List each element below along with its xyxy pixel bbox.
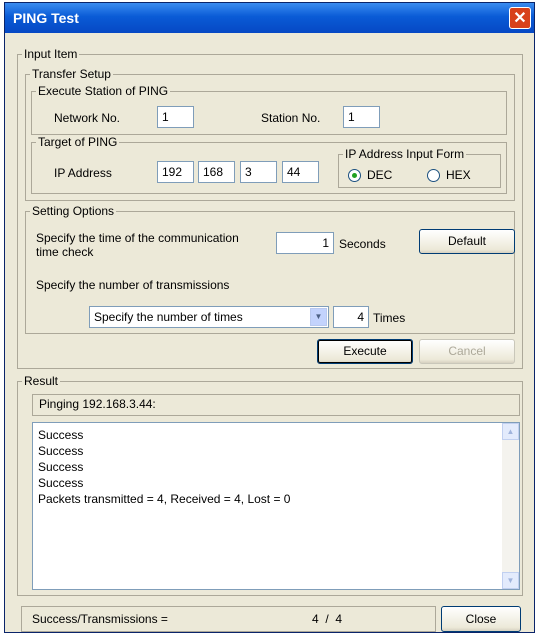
hex-radio[interactable] (427, 169, 440, 182)
hex-label[interactable]: HEX (446, 168, 471, 183)
pinging-status-box: Pinging 192.168.3.44: (32, 394, 520, 416)
timecheck-label-line1: Specify the time of the communication (36, 231, 239, 245)
seconds-label: Seconds (339, 237, 386, 251)
title-bar[interactable]: PING Test ✕ (5, 3, 534, 33)
result-line: Success (38, 444, 84, 458)
result-legend: Result (22, 374, 61, 388)
status-value: 4 / 4 (312, 612, 343, 626)
input-item-legend: Input Item (22, 47, 80, 61)
ping-test-dialog: PING Test ✕ Input Item Transfer Setup Ex… (4, 2, 535, 633)
dec-radio[interactable] (348, 169, 361, 182)
transmission-mode-select[interactable]: Specify the number of times ▼ (89, 306, 329, 328)
vertical-scrollbar[interactable]: ▲ ▼ (502, 423, 519, 589)
ip-octet-4-input[interactable]: 44 (282, 161, 319, 183)
result-summary-line: Packets transmitted = 4, Received = 4, L… (38, 492, 291, 506)
station-no-label: Station No. (261, 111, 321, 125)
status-box: Success/Transmissions = 4 / 4 (21, 606, 436, 632)
scroll-up-icon[interactable]: ▲ (502, 423, 519, 440)
chevron-down-icon[interactable]: ▼ (310, 308, 327, 326)
result-output-area[interactable]: Success Success Success Success Packets … (32, 422, 520, 590)
execute-station-legend: Execute Station of PING (36, 84, 171, 98)
network-no-input[interactable]: 1 (157, 106, 194, 128)
ip-octet-1-input[interactable]: 192 (157, 161, 194, 183)
times-label: Times (373, 311, 406, 325)
window-title: PING Test (13, 10, 79, 26)
setting-options-legend: Setting Options (30, 204, 117, 218)
transmissions-label: Specify the number of transmissions (36, 278, 230, 292)
network-no-label: Network No. (54, 111, 121, 125)
transmission-mode-value: Specify the number of times (94, 310, 243, 324)
ip-octet-3-input[interactable]: 3 (240, 161, 277, 183)
scroll-down-icon[interactable]: ▼ (502, 572, 519, 589)
default-button[interactable]: Default (419, 229, 515, 254)
timecheck-input[interactable]: 1 (276, 232, 334, 254)
ip-input-form-legend: IP Address Input Form (343, 147, 467, 161)
ip-address-label: IP Address (54, 166, 112, 180)
cancel-button[interactable]: Cancel (419, 339, 515, 364)
dec-label[interactable]: DEC (367, 168, 392, 183)
result-line: Success (38, 460, 84, 474)
close-button[interactable]: Close (441, 606, 521, 632)
result-line: Success (38, 428, 84, 442)
status-label: Success/Transmissions = (32, 612, 168, 626)
result-line: Success (38, 476, 84, 490)
transfer-setup-legend: Transfer Setup (30, 67, 113, 81)
timecheck-label-line2: time check (36, 245, 94, 259)
times-input[interactable]: 4 (333, 306, 369, 328)
pinging-text: Pinging 192.168.3.44: (39, 397, 156, 411)
close-icon[interactable]: ✕ (509, 7, 531, 29)
target-legend: Target of PING (36, 135, 120, 149)
execute-button[interactable]: Execute (317, 339, 413, 364)
ip-octet-2-input[interactable]: 168 (198, 161, 235, 183)
station-no-input[interactable]: 1 (343, 106, 380, 128)
ip-input-form-group: IP Address Input Form (338, 147, 501, 188)
